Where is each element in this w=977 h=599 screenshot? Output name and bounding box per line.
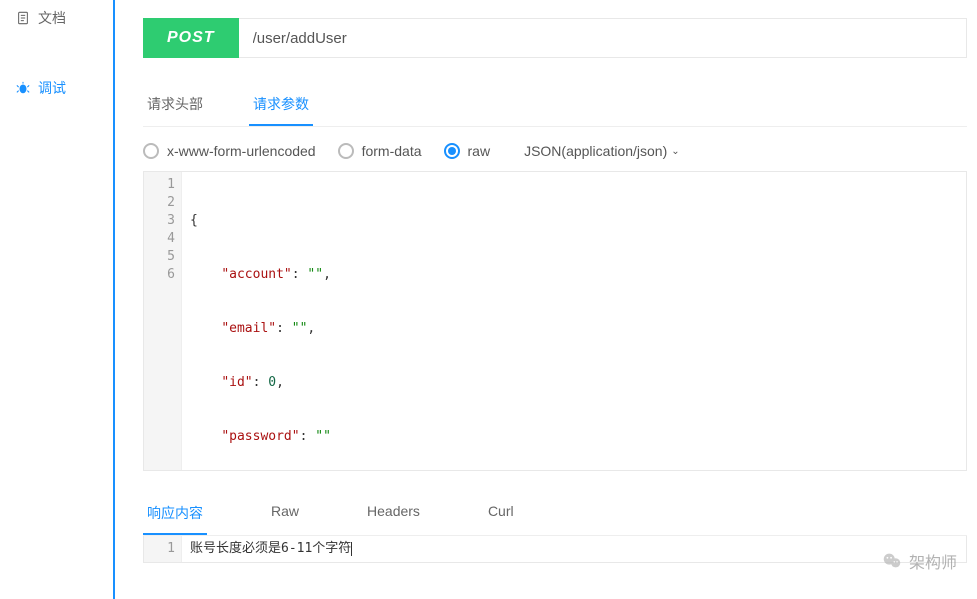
request-tabs: 请求头部 请求参数: [143, 84, 967, 127]
sidebar-item-docs[interactable]: 文档: [0, 0, 113, 36]
editor-gutter: 1: [144, 536, 182, 562]
tab-request-params[interactable]: 请求参数: [249, 84, 313, 126]
editor-gutter: 1▾ 2 3 4 5 6: [144, 172, 182, 470]
response-content: 账号长度必须是6-11个字符: [182, 536, 966, 562]
tab-request-headers[interactable]: 请求头部: [143, 84, 207, 126]
request-url-row: POST: [143, 18, 967, 58]
response-body-editor[interactable]: 1 账号长度必须是6-11个字符: [143, 536, 967, 563]
main-panel: POST 请求头部 请求参数 x-www-form-urlencoded for…: [115, 0, 977, 599]
radio-label: x-www-form-urlencoded: [167, 143, 316, 159]
body-type-row: x-www-form-urlencoded form-data raw JSON…: [143, 127, 967, 171]
radio-circle-icon: [338, 143, 354, 159]
tab-response-content[interactable]: 响应内容: [143, 493, 207, 535]
content-type-label: JSON(application/json): [524, 143, 667, 159]
radio-circle-icon: [143, 143, 159, 159]
sidebar: 文档 调试: [0, 0, 115, 599]
radio-label: raw: [468, 143, 491, 159]
chevron-down-icon: ⌄: [671, 146, 679, 157]
sidebar-item-label: 文档: [38, 8, 66, 28]
radio-raw[interactable]: raw: [444, 143, 491, 159]
bug-icon: [16, 81, 30, 95]
radio-circle-icon: [444, 143, 460, 159]
response-tabs: 响应内容 Raw Headers Curl: [143, 493, 967, 536]
sidebar-item-label: 调试: [38, 78, 66, 98]
tab-response-headers[interactable]: Headers: [363, 493, 424, 535]
wechat-icon: [881, 550, 903, 572]
radio-formdata[interactable]: form-data: [338, 143, 422, 159]
watermark: 架构师: [881, 549, 957, 573]
radio-label: form-data: [362, 143, 422, 159]
editor-code[interactable]: { "account": "", "email": "", "id": 0, "…: [182, 172, 966, 470]
tab-response-raw[interactable]: Raw: [267, 493, 303, 535]
watermark-label: 架构师: [909, 549, 957, 573]
http-method-button[interactable]: POST: [143, 18, 239, 58]
radio-urlencoded[interactable]: x-www-form-urlencoded: [143, 143, 316, 159]
request-body-editor[interactable]: 1▾ 2 3 4 5 6 { "account": "", "email": "…: [143, 171, 967, 471]
sidebar-item-debug[interactable]: 调试: [0, 70, 113, 106]
content-type-select[interactable]: JSON(application/json) ⌄: [524, 143, 680, 159]
tab-response-curl[interactable]: Curl: [484, 493, 518, 535]
doc-icon: [16, 11, 30, 25]
url-input[interactable]: [239, 18, 967, 58]
